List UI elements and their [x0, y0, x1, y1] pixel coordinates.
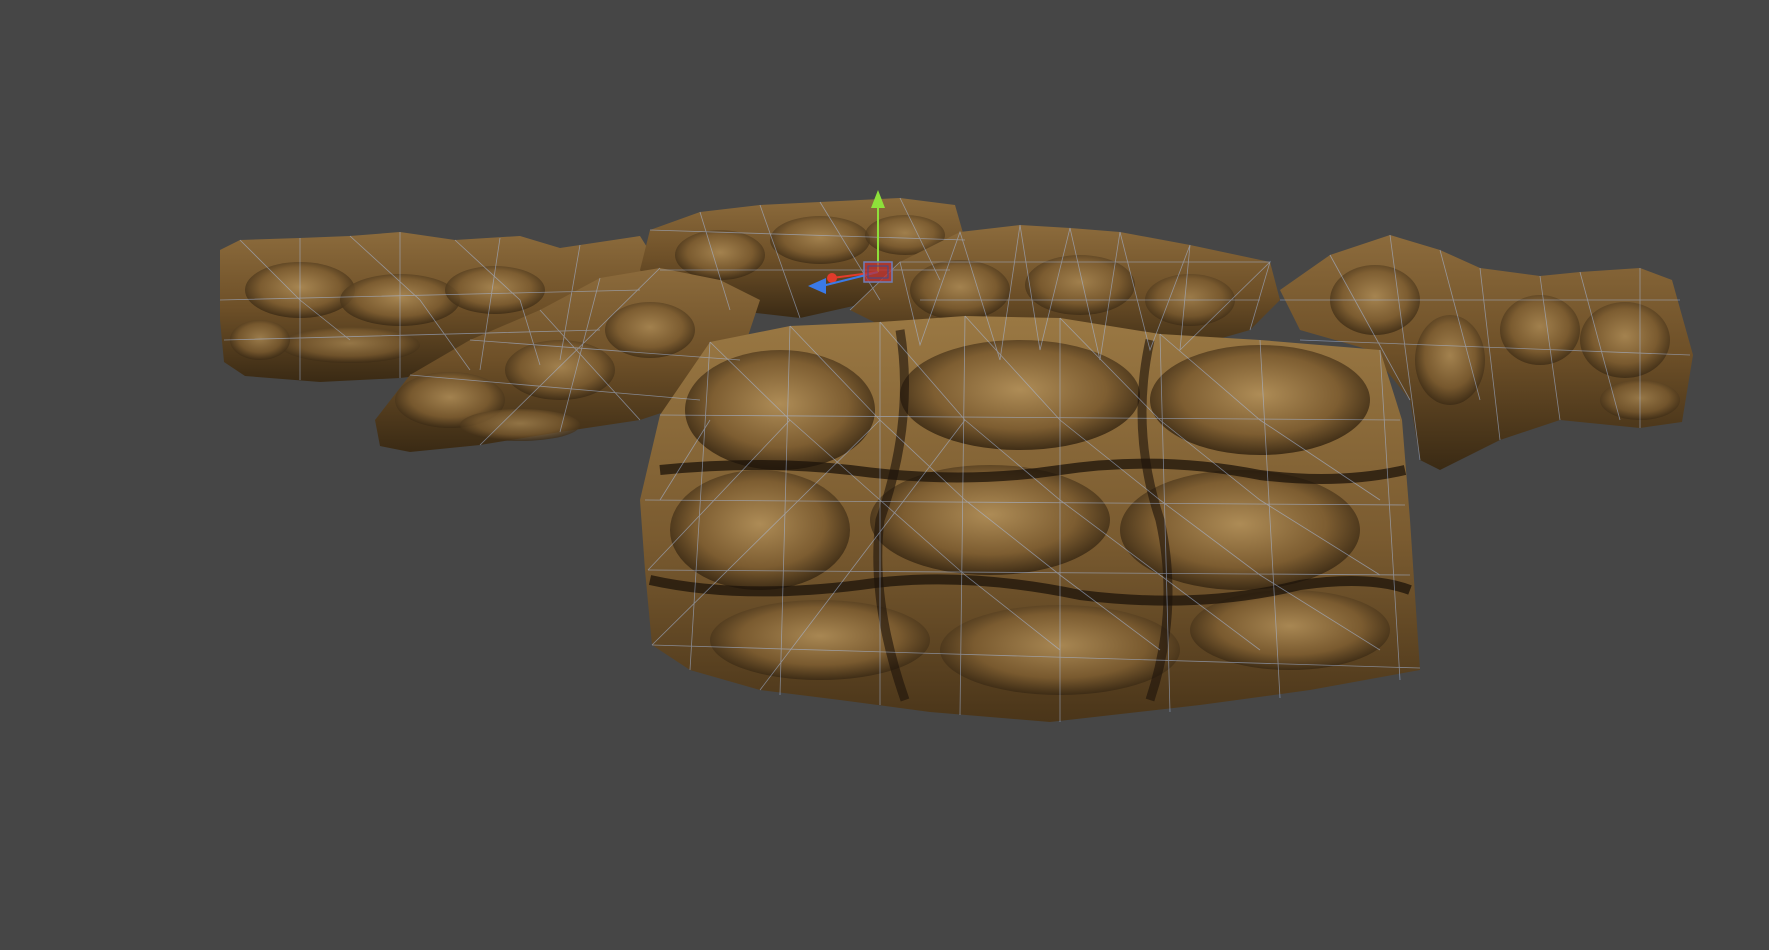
3d-viewport[interactable] — [0, 0, 1769, 950]
dot-icon[interactable] — [827, 273, 837, 283]
scene-canvas[interactable] — [0, 0, 1769, 950]
rock-segment-front-main[interactable] — [640, 316, 1420, 722]
